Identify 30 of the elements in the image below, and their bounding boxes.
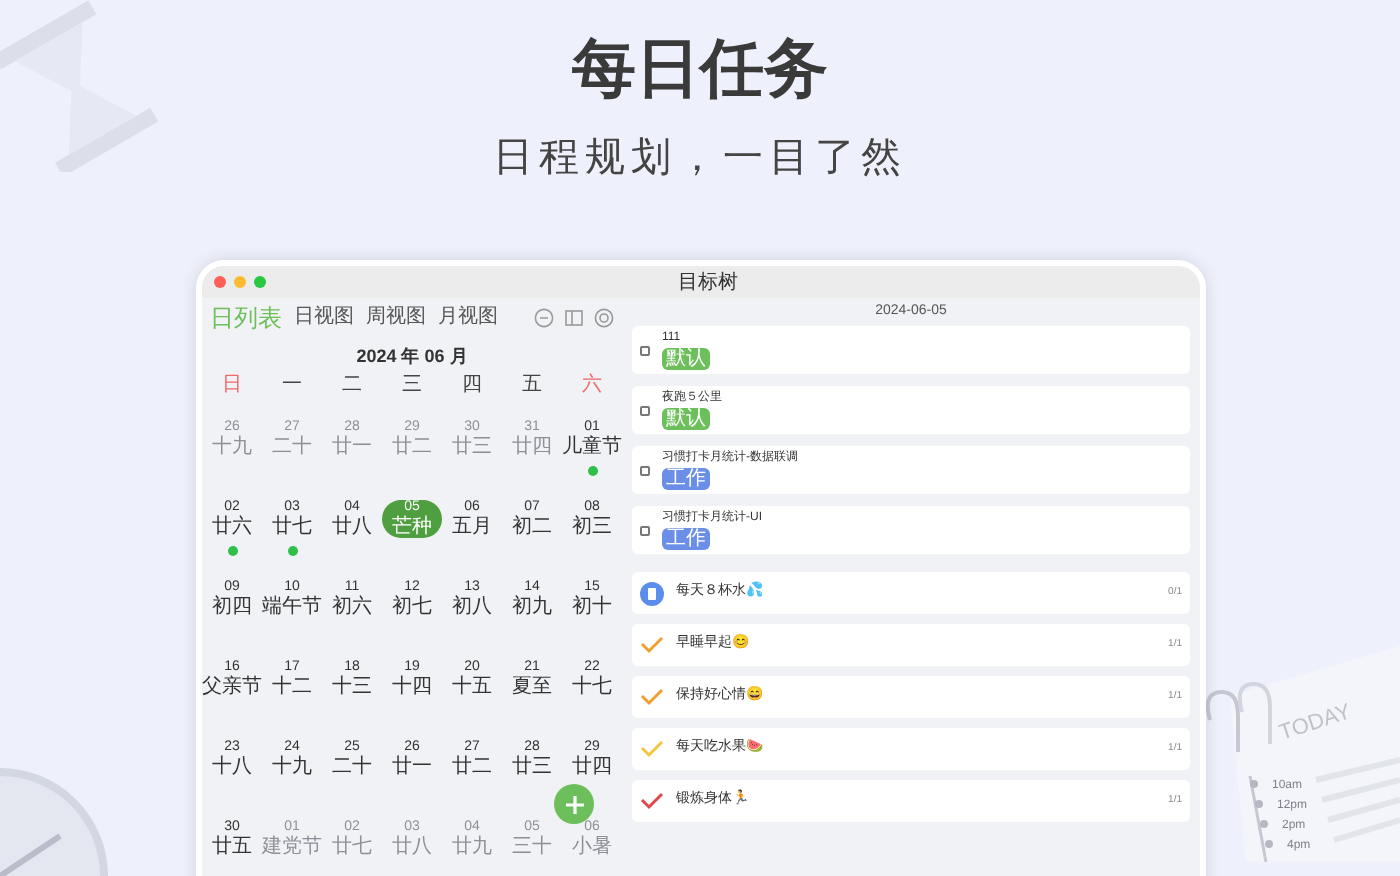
view-tab[interactable]: 日视图 [294,308,354,328]
weekday-label: 五 [520,374,544,398]
weekday-label: 一 [280,374,304,398]
minimize-button[interactable] [234,276,246,288]
maximize-button[interactable] [254,276,266,288]
headline: 每日任务 [572,28,828,108]
task-checkbox[interactable] [640,405,650,415]
add-button[interactable] [554,784,594,824]
weekday-label: 日 [220,374,244,398]
month-title: 2024 年 06 月 [356,344,468,368]
plus-icon [563,793,585,815]
close-button[interactable] [214,276,226,288]
view-tab[interactable]: 月视图 [438,308,498,328]
view-tab[interactable]: 周视图 [366,308,426,328]
weekday-label: 六 [580,374,604,398]
task-checkbox[interactable] [640,465,650,475]
task-tag: 默认 [662,408,710,430]
task-tag: 工作 [662,468,710,490]
task-checkbox[interactable] [640,525,650,535]
window-title: 目标树 [678,269,738,297]
weekday-label: 四 [460,374,484,398]
subtitle: 日程规划，一目了然 [493,134,907,184]
weekday-label: 三 [400,374,424,398]
weekday-label: 二 [340,374,364,398]
minus-circle-icon[interactable] [534,308,554,328]
target-icon[interactable] [594,308,614,328]
sidebar-icon[interactable] [564,308,584,328]
task-tag: 默认 [662,348,710,370]
task-checkbox[interactable] [640,345,650,355]
task-tag: 工作 [662,528,710,550]
